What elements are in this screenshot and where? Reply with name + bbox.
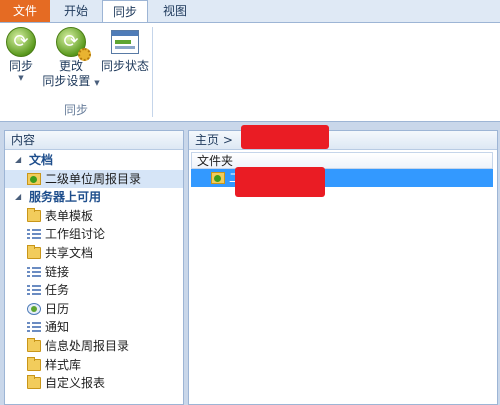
sync-settings-icon [56, 27, 91, 61]
tree-section-documents[interactable]: ◢ 文档 [5, 151, 183, 170]
collapse-triangle-icon[interactable]: ◢ [15, 151, 21, 170]
sync-status-button[interactable]: 同步状态 [100, 27, 150, 74]
folder-icon [27, 207, 41, 222]
content-pane: 内容 ◢ 文档 二级单位周报目录 ◢ 服务器上可用 表单模板 工作组讨论 共享文… [4, 130, 184, 405]
group-separator [152, 27, 153, 117]
tree-item-unit-weekly[interactable]: 二级单位周报目录 [5, 169, 183, 189]
tree-item-links[interactable]: 链接 [5, 263, 183, 282]
folder-icon [27, 375, 41, 390]
gear-icon [78, 48, 91, 61]
change-button-label-2: 同步设置 ▼ [42, 74, 100, 88]
sync-button[interactable]: 同步 ▼ [4, 27, 38, 82]
tab-start[interactable]: 开始 [52, 0, 100, 22]
calendar-icon [27, 302, 41, 315]
folder-icon [27, 244, 41, 259]
tab-sync[interactable]: 同步 [102, 0, 148, 23]
dropdown-arrow-icon: ▼ [94, 79, 100, 87]
folder-icon [27, 356, 41, 371]
list-icon [27, 228, 41, 241]
tree-item-calendar[interactable]: 日历 [5, 300, 183, 319]
green-sync-folder-icon [211, 172, 225, 184]
tree-section-server[interactable]: ◢ 服务器上可用 [5, 188, 183, 207]
tree-item-announcements[interactable]: 通知 [5, 318, 183, 337]
tab-file[interactable]: 文件 [0, 0, 50, 22]
collapse-triangle-icon[interactable]: ◢ [15, 188, 21, 207]
file-list-pane: 主页 > 文件夹 二 [188, 125, 498, 405]
sync-status-label: 同步状态 [100, 59, 149, 73]
breadcrumb-home[interactable]: 主页 > [195, 133, 233, 147]
content-pane-header: 内容 [5, 131, 183, 150]
redaction-mark [235, 167, 325, 197]
sync-status-icon [111, 30, 139, 54]
folder-icon [27, 337, 41, 352]
change-sync-settings-button[interactable]: 更改 同步设置 ▼ [40, 27, 102, 91]
list-icon [27, 284, 41, 297]
tree-item-info-weekly[interactable]: 信息处周报目录 [5, 337, 183, 356]
sync-icon [6, 27, 36, 57]
ribbon-tab-bar: 文件 开始 同步 视图 [0, 0, 500, 23]
sync-button-label: 同步 [8, 59, 33, 73]
list-icon [27, 321, 41, 334]
tree-item-tasks[interactable]: 任务 [5, 281, 183, 300]
breadcrumb[interactable]: 主页 > [189, 125, 497, 150]
list-icon [27, 265, 41, 278]
change-button-label-1: 更改 [58, 59, 83, 73]
tab-view[interactable]: 视图 [150, 0, 200, 22]
green-sync-folder-icon [27, 172, 41, 185]
group-label: 同步 [63, 103, 88, 117]
tree-item-custom-reports[interactable]: 自定义报表 [5, 374, 183, 393]
dropdown-arrow-icon: ▼ [18, 74, 24, 82]
ribbon-panel: 同步 ▼ 更改 同步设置 ▼ 同步状态 同步 [0, 22, 500, 122]
content-tree: ◢ 文档 二级单位周报目录 ◢ 服务器上可用 表单模板 工作组讨论 共享文档 链… [5, 151, 183, 393]
redaction-mark [241, 125, 329, 149]
tree-item-style-library[interactable]: 样式库 [5, 356, 183, 375]
tree-item-form-templates[interactable]: 表单模板 [5, 207, 183, 226]
tree-item-team-discussion[interactable]: 工作组讨论 [5, 225, 183, 244]
tree-item-shared-docs[interactable]: 共享文档 [5, 244, 183, 263]
